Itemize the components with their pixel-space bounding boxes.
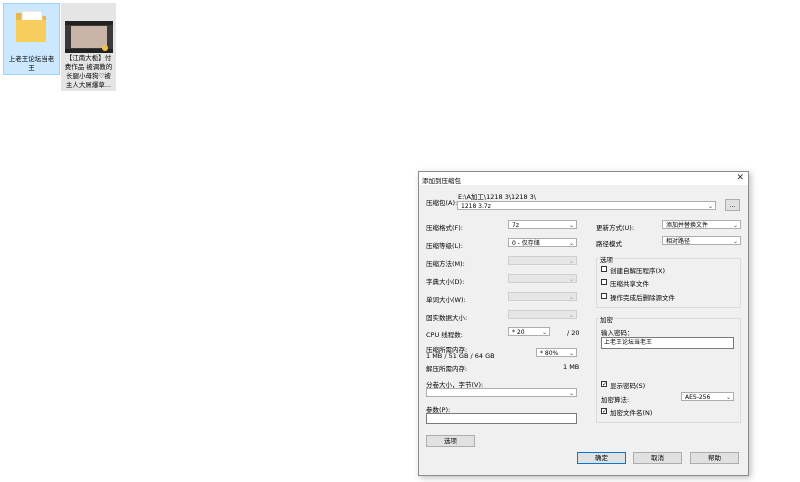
help-button[interactable]: 帮助 <box>690 452 739 464</box>
mem-value: 1 MB / 51 GB / 64 GB <box>426 352 495 360</box>
cpu-select[interactable]: * 20 ⌄ <box>508 327 550 336</box>
desktop-folder-icon-tile[interactable]: 上老王论坛当老王 <box>3 3 60 75</box>
split-combo[interactable]: ⌄ <box>426 388 577 397</box>
solid-label: 固实数据大小: <box>426 314 468 322</box>
params-input[interactable] <box>426 413 577 424</box>
add-to-archive-dialog: 添加到压缩包 ✕ 压缩包(A): E:\A加工\1218 3\1218 3\ 1… <box>418 171 749 476</box>
chevron-down-icon: ⌄ <box>732 238 738 245</box>
shared-label: 压缩共享文件 <box>610 280 649 288</box>
archive-name-combo[interactable]: 1218 3.7z ⌄ <box>457 201 716 210</box>
video-label: 【江南大栀】付费作品 被调教的长腿小母狗♡被主人大屌爆草... <box>64 54 113 89</box>
chevron-down-icon: ⌄ <box>568 350 574 357</box>
update-select[interactable]: 添加并替换文件 ⌄ <box>662 220 741 229</box>
desktop-video-icon-tile[interactable]: 【江南大栀】付费作品 被调教的长腿小母狗♡被主人大屌爆草... <box>61 3 116 91</box>
cpu-label: CPU 线程数: <box>426 331 463 339</box>
format-select[interactable]: 7z ⌄ <box>508 220 577 229</box>
sfx-label: 创建自解压程序(X) <box>610 267 666 275</box>
format-value: 7z <box>512 222 519 229</box>
password-input[interactable]: 上老王论坛当老王 <box>601 337 734 349</box>
chevron-down-icon: ⌄ <box>568 276 574 283</box>
chevron-down-icon: ⌄ <box>541 329 547 336</box>
cpu-value: * 20 <box>512 329 525 336</box>
archive-name-value: 1218 3.7z <box>461 203 491 210</box>
close-icon[interactable]: ✕ <box>736 173 744 183</box>
chevron-down-icon: ⌄ <box>707 203 713 210</box>
update-value: 添加并替换文件 <box>666 222 709 229</box>
delete-checkbox[interactable] <box>601 293 607 299</box>
chevron-down-icon: ⌄ <box>568 312 574 319</box>
archive-path: E:\A加工\1218 3\1218 3\ <box>458 193 536 201</box>
dialog-titlebar: 添加到压缩包 ✕ <box>419 172 748 185</box>
chevron-down-icon: ⌄ <box>568 294 574 301</box>
format-label: 压缩格式(F): <box>426 224 464 232</box>
shared-checkbox[interactable] <box>601 279 607 285</box>
options-group-title: 选项 <box>599 254 614 264</box>
delete-label: 操作完成后删除源文件 <box>610 294 675 302</box>
chevron-down-icon: ⌄ <box>568 390 574 397</box>
decomp-label: 解压所需内存: <box>426 365 468 373</box>
cancel-button[interactable]: 取消 <box>633 452 682 464</box>
mem-percent-select[interactable]: * 80% ⌄ <box>536 348 577 357</box>
decomp-value: 1 MB <box>563 363 580 371</box>
chevron-down-icon: ⌄ <box>568 258 574 265</box>
update-label: 更新方式(U): <box>596 224 635 232</box>
folder-label: 上老王论坛当老王 <box>8 55 55 72</box>
solid-select: ⌄ <box>508 310 577 319</box>
encrypt-names-checkbox[interactable]: ✓ <box>601 408 607 415</box>
encrypt-method-label: 加密算法: <box>601 396 630 404</box>
encrypt-names-label: 加密文件名(N) <box>610 409 653 417</box>
encrypt-group-title: 加密 <box>599 314 614 324</box>
word-select: ⌄ <box>508 292 577 301</box>
ok-button[interactable]: 确定 <box>577 452 626 464</box>
sfx-checkbox[interactable] <box>601 266 607 272</box>
level-label: 压缩等级(L): <box>426 242 463 250</box>
path-mode-value: 相对路径 <box>666 238 691 245</box>
show-password-checkbox[interactable]: ✓ <box>601 381 607 388</box>
dict-label: 字典大小(D): <box>426 278 465 286</box>
path-mode-label: 路径模式 <box>596 240 622 248</box>
level-value: 0 - 仅存储 <box>512 240 540 247</box>
encrypt-method-select[interactable]: AES-256 ⌄ <box>681 392 734 401</box>
path-mode-select[interactable]: 相对路径 ⌄ <box>662 236 741 245</box>
password-label: 输入密码： <box>601 329 634 337</box>
folder-icon <box>16 10 46 42</box>
chevron-down-icon: ⌄ <box>725 394 731 401</box>
method-select: ⌄ <box>508 256 577 265</box>
cpu-max: / 20 <box>567 329 580 337</box>
encrypt-method-value: AES-256 <box>685 394 711 401</box>
dict-select: ⌄ <box>508 274 577 283</box>
level-select[interactable]: 0 - 仅存储 ⌄ <box>508 238 577 247</box>
word-label: 单词大小(W): <box>426 296 466 304</box>
dialog-title: 添加到压缩包 <box>422 177 461 185</box>
chevron-down-icon: ⌄ <box>732 222 738 229</box>
browse-button[interactable]: ... <box>725 199 740 211</box>
options-button[interactable]: 选项 <box>426 435 475 447</box>
method-label: 压缩方法(M): <box>426 260 465 268</box>
show-password-label: 显示密码(S) <box>610 382 646 390</box>
video-thumbnail-icon <box>65 21 113 53</box>
chevron-down-icon: ⌄ <box>568 240 574 247</box>
chevron-down-icon: ⌄ <box>568 222 574 229</box>
archive-label: 压缩包(A): <box>426 199 458 207</box>
mem-pct-value: * 80% <box>540 350 559 357</box>
